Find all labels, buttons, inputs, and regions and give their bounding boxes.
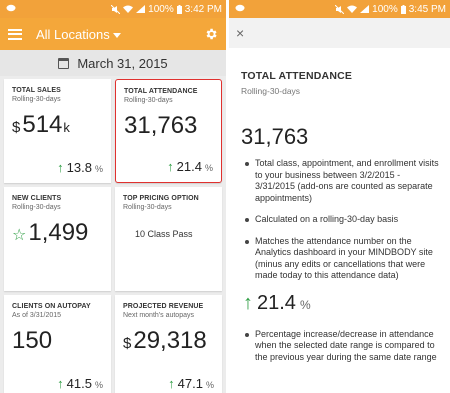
currency-symbol: $ bbox=[123, 335, 132, 352]
chevron-down-icon bbox=[112, 32, 121, 38]
tile-value: ☆ 1,499 bbox=[12, 219, 104, 247]
dashboard-screen: 100% 3:42 PM All Locations March 31, 201… bbox=[0, 0, 226, 393]
list-item: Matches the attendance number on the Ana… bbox=[241, 236, 440, 282]
tile-title: TOTAL SALES bbox=[12, 87, 61, 94]
tile-subtitle: Rolling-30-days bbox=[12, 96, 61, 103]
list-item: Total class, appointment, and enrollment… bbox=[241, 158, 440, 204]
change-indicator: ↑ 47.1 % bbox=[168, 376, 214, 391]
percent-sign: % bbox=[204, 163, 213, 173]
tile-subtitle: Rolling-30-days bbox=[123, 204, 172, 211]
tile-value: 150 bbox=[12, 327, 104, 355]
change-value: 13.8 bbox=[66, 160, 92, 175]
tile-value: 31,763 bbox=[124, 112, 214, 140]
pricing-option-name: 10 Class Pass bbox=[135, 229, 193, 239]
detail-value: 31,763 bbox=[241, 124, 309, 149]
selected-date: March 31, 2015 bbox=[77, 55, 168, 71]
battery-level: 100% bbox=[372, 3, 398, 15]
status-icons bbox=[335, 4, 370, 14]
change-value: 47.1 bbox=[177, 376, 203, 391]
value-number: 1,499 bbox=[28, 219, 89, 246]
description-list: Total class, appointment, and enrollment… bbox=[241, 158, 440, 282]
detail-subtitle: Rolling-30-days bbox=[241, 86, 301, 96]
tile-new-clients[interactable]: NEW CLIENTS Rolling-30-days ☆ 1,499 bbox=[4, 187, 111, 291]
change-indicator: ↑ 41.5 % bbox=[57, 376, 103, 391]
calendar-icon bbox=[58, 57, 70, 69]
percent-sign: % bbox=[299, 297, 311, 312]
arrow-up-icon: ↑ bbox=[243, 291, 253, 314]
tile-subtitle: As of 3/31/2015 bbox=[12, 312, 62, 319]
arrow-up-icon: ↑ bbox=[168, 376, 175, 391]
tile-title: PROJECTED REVENUE bbox=[123, 303, 204, 310]
change-value: 41.5 bbox=[66, 376, 92, 391]
list-item: Percentage increase/decrease in attendan… bbox=[241, 329, 440, 364]
description-list: Percentage increase/decrease in attendan… bbox=[241, 329, 440, 364]
detail-screen: 100% 3:45 PM × TOTAL ATTENDANCE Rolling-… bbox=[229, 0, 450, 393]
location-dropdown[interactable]: All Locations bbox=[36, 27, 204, 42]
tile-top-pricing-option[interactable]: TOP PRICING OPTION Rolling-30-days 10 Cl… bbox=[115, 187, 222, 291]
app-bar: All Locations bbox=[0, 18, 226, 50]
value-number: 29,318 bbox=[133, 327, 207, 354]
wifi-icon bbox=[123, 5, 134, 13]
metrics-grid: TOTAL SALES Rolling-30-days $ 514 k ↑ 13… bbox=[0, 76, 226, 393]
status-bar: 100% 3:42 PM bbox=[0, 0, 226, 18]
tile-value: $ 514 k bbox=[12, 111, 104, 139]
tile-clients-on-autopay[interactable]: CLIENTS ON AUTOPAY As of 3/31/2015 150 ↑… bbox=[4, 295, 111, 393]
currency-symbol: $ bbox=[12, 119, 21, 136]
arrow-up-icon: ↑ bbox=[57, 376, 64, 391]
change-indicator: ↑ 21.4 % bbox=[243, 292, 440, 315]
status-time: 3:42 PM bbox=[184, 3, 222, 15]
tile-subtitle: Rolling-30-days bbox=[124, 97, 173, 104]
status-time: 3:45 PM bbox=[408, 3, 446, 15]
value-number: 31,763 bbox=[124, 112, 198, 139]
app-notification-icon bbox=[6, 4, 16, 15]
battery-level: 100% bbox=[148, 3, 174, 15]
detail-title: TOTAL ATTENDANCE bbox=[241, 70, 353, 82]
change-indicator: ↑ 13.8 % bbox=[57, 160, 103, 175]
percent-sign: % bbox=[94, 164, 103, 174]
gear-icon[interactable] bbox=[204, 27, 218, 41]
close-icon[interactable]: × bbox=[236, 25, 244, 41]
tile-title: TOTAL ATTENDANCE bbox=[124, 88, 198, 95]
value-suffix: k bbox=[63, 120, 70, 135]
change-indicator: ↑ 21.4 % bbox=[167, 159, 213, 174]
signal-icon bbox=[136, 5, 146, 13]
wifi-icon bbox=[347, 5, 358, 13]
status-icons bbox=[111, 4, 146, 14]
signal-icon bbox=[360, 5, 370, 13]
detail-content: TOTAL ATTENDANCE Rolling-30-days 31,763 … bbox=[229, 48, 450, 363]
star-icon: ☆ bbox=[12, 227, 27, 244]
app-notification-icon bbox=[235, 4, 245, 15]
percent-sign: % bbox=[205, 380, 214, 390]
tile-title: CLIENTS ON AUTOPAY bbox=[12, 303, 91, 310]
date-selector[interactable]: March 31, 2015 bbox=[0, 50, 226, 76]
tile-title: NEW CLIENTS bbox=[12, 195, 62, 202]
arrow-up-icon: ↑ bbox=[167, 159, 174, 174]
battery-icon bbox=[400, 4, 406, 14]
value-number: 514 bbox=[22, 111, 63, 138]
value-number: 150 bbox=[12, 327, 53, 354]
tile-value: $ 29,318 bbox=[123, 327, 215, 355]
location-label: All Locations bbox=[36, 26, 110, 42]
status-bar: 100% 3:45 PM bbox=[229, 0, 450, 18]
tile-total-attendance[interactable]: TOTAL ATTENDANCE Rolling-30-days 31,763 … bbox=[115, 79, 222, 183]
menu-icon[interactable] bbox=[8, 28, 22, 40]
list-item: Calculated on a rolling-30-day basis bbox=[241, 214, 440, 226]
tile-title: TOP PRICING OPTION bbox=[123, 195, 199, 202]
change-value: 21.4 bbox=[176, 159, 202, 174]
tile-projected-revenue[interactable]: PROJECTED REVENUE Next month's autopays … bbox=[115, 295, 222, 393]
detail-toolbar: × bbox=[229, 18, 450, 48]
mute-icon bbox=[335, 4, 345, 14]
change-value: 21.4 bbox=[257, 291, 296, 314]
tile-subtitle: Rolling-30-days bbox=[12, 204, 61, 211]
tile-total-sales[interactable]: TOTAL SALES Rolling-30-days $ 514 k ↑ 13… bbox=[4, 79, 111, 183]
battery-icon bbox=[176, 4, 182, 14]
mute-icon bbox=[111, 4, 121, 14]
arrow-up-icon: ↑ bbox=[57, 160, 64, 175]
percent-sign: % bbox=[94, 380, 103, 390]
tile-subtitle: Next month's autopays bbox=[123, 312, 194, 319]
